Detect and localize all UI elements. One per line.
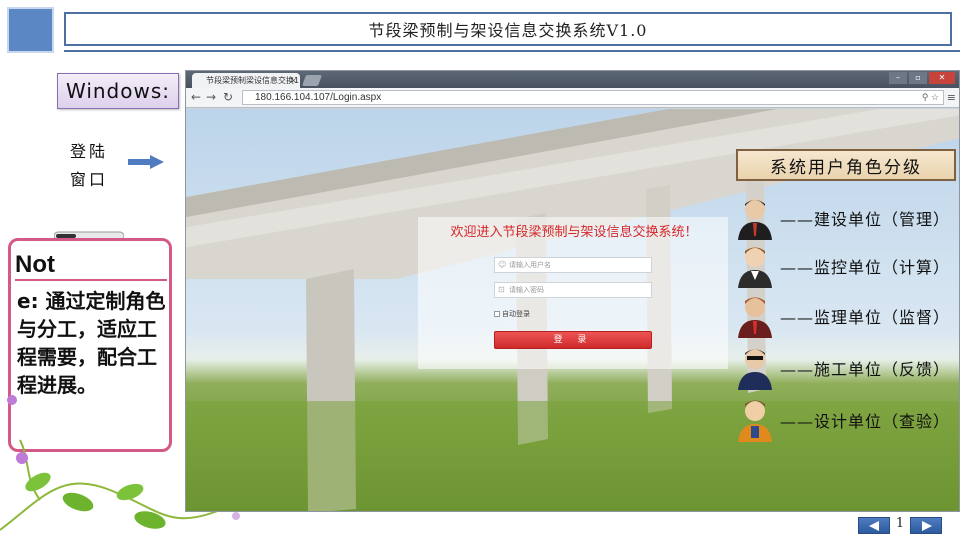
auto-login-label: 自动登录 <box>502 310 530 318</box>
back-arrow-icon[interactable]: ← <box>191 90 201 104</box>
corner-decoration <box>7 7 54 53</box>
worker-avatar-icon <box>738 349 772 390</box>
role-row-monitoring: ——监控单位（计算） <box>736 244 960 288</box>
login-window-label: 登陆 窗口 <box>70 142 109 189</box>
businessman-avatar-icon <box>738 199 772 240</box>
role-label: ——监控单位（计算） <box>780 258 951 277</box>
address-bar[interactable]: 180.166.104.107/Login.aspx ⚲ ☆ <box>242 90 944 105</box>
role-label: ——监理单位（监督） <box>780 308 951 327</box>
tab-strip: 节段梁预制梁设信息交换1 × – ▫ ✕ <box>186 71 959 88</box>
technician-avatar-icon <box>738 247 772 288</box>
username-input[interactable]: ☺ 请输入用户名 <box>494 257 652 273</box>
slide-title-bar: 节段梁预制与架设信息交换系统V1.0 <box>64 12 952 46</box>
title-underline <box>64 50 960 52</box>
presentation-slide: 节段梁预制与架设信息交换系统V1.0 Windows: 登陆 窗口 Not e:… <box>0 0 960 540</box>
manager-avatar-icon <box>738 297 772 338</box>
roles-title-box: 系统用户角色分级 <box>736 149 956 181</box>
login-panel: 欢迎进入节段梁预制与架设信息交换系统！ ☺ 请输入用户名 ⊡ 请输入密码 自动登… <box>418 217 728 369</box>
platform-label-box: Windows: <box>57 73 179 109</box>
lock-icon: ⊡ <box>498 285 505 294</box>
login-welcome-title: 欢迎进入节段梁预制与架设信息交换系统！ <box>450 225 698 240</box>
previous-slide-button[interactable] <box>858 517 890 534</box>
forward-arrow-icon[interactable]: → <box>206 90 216 104</box>
browser-menu-icon[interactable]: ≡ <box>947 91 956 104</box>
role-label: ——建设单位（管理） <box>780 210 951 229</box>
new-tab-button[interactable] <box>301 75 323 86</box>
page-number: 1 <box>895 516 905 531</box>
role-row-construction: ——施工单位（反馈） <box>736 346 960 390</box>
role-row-design: ——设计单位（查验） <box>736 398 960 442</box>
password-placeholder: 请输入密码 <box>509 286 544 294</box>
user-icon: ☺ <box>498 260 507 269</box>
role-row-supervision: ——监理单位（监督） <box>736 294 960 338</box>
bookmark-star-icon[interactable]: ⚲ ☆ <box>922 91 939 104</box>
platform-label: Windows: <box>65 79 170 103</box>
window-controls: – ▫ ✕ <box>889 72 955 84</box>
next-slide-button[interactable] <box>910 517 942 534</box>
login-button[interactable]: 登 录 <box>494 331 652 349</box>
note-divider <box>15 279 167 281</box>
browser-toolbar: ← → ↻ 180.166.104.107/Login.aspx ⚲ ☆ ≡ <box>186 88 959 108</box>
role-label: ——施工单位（反馈） <box>780 360 951 379</box>
right-arrow-icon <box>128 155 164 169</box>
note-heading: Not <box>15 251 55 278</box>
tab-title: 节段梁预制梁设信息交换1 <box>206 76 300 85</box>
password-input[interactable]: ⊡ 请输入密码 <box>494 282 652 298</box>
auto-login-option[interactable]: 自动登录 <box>494 309 530 319</box>
role-row-owner: ——建设单位（管理） <box>736 196 960 240</box>
designer-avatar-icon <box>738 400 772 442</box>
url-text: 180.166.104.107/Login.aspx <box>255 92 382 103</box>
browser-tab[interactable]: 节段梁预制梁设信息交换1 × <box>192 73 300 88</box>
close-tab-icon[interactable]: × <box>290 73 297 88</box>
browser-window: 节段梁预制梁设信息交换1 × – ▫ ✕ ← → ↻ 180.166.104.1… <box>185 70 960 512</box>
role-label: ——设计单位（查验） <box>780 412 951 431</box>
maximize-button[interactable]: ▫ <box>909 72 927 84</box>
slide-title: 节段梁预制与架设信息交换系统V1.0 <box>368 21 648 40</box>
auto-login-checkbox[interactable] <box>494 311 500 317</box>
roles-title: 系统用户角色分级 <box>770 157 922 178</box>
username-placeholder: 请输入用户名 <box>509 261 551 269</box>
reload-icon[interactable]: ↻ <box>223 90 233 104</box>
close-window-button[interactable]: ✕ <box>929 72 955 84</box>
minimize-button[interactable]: – <box>889 72 907 84</box>
